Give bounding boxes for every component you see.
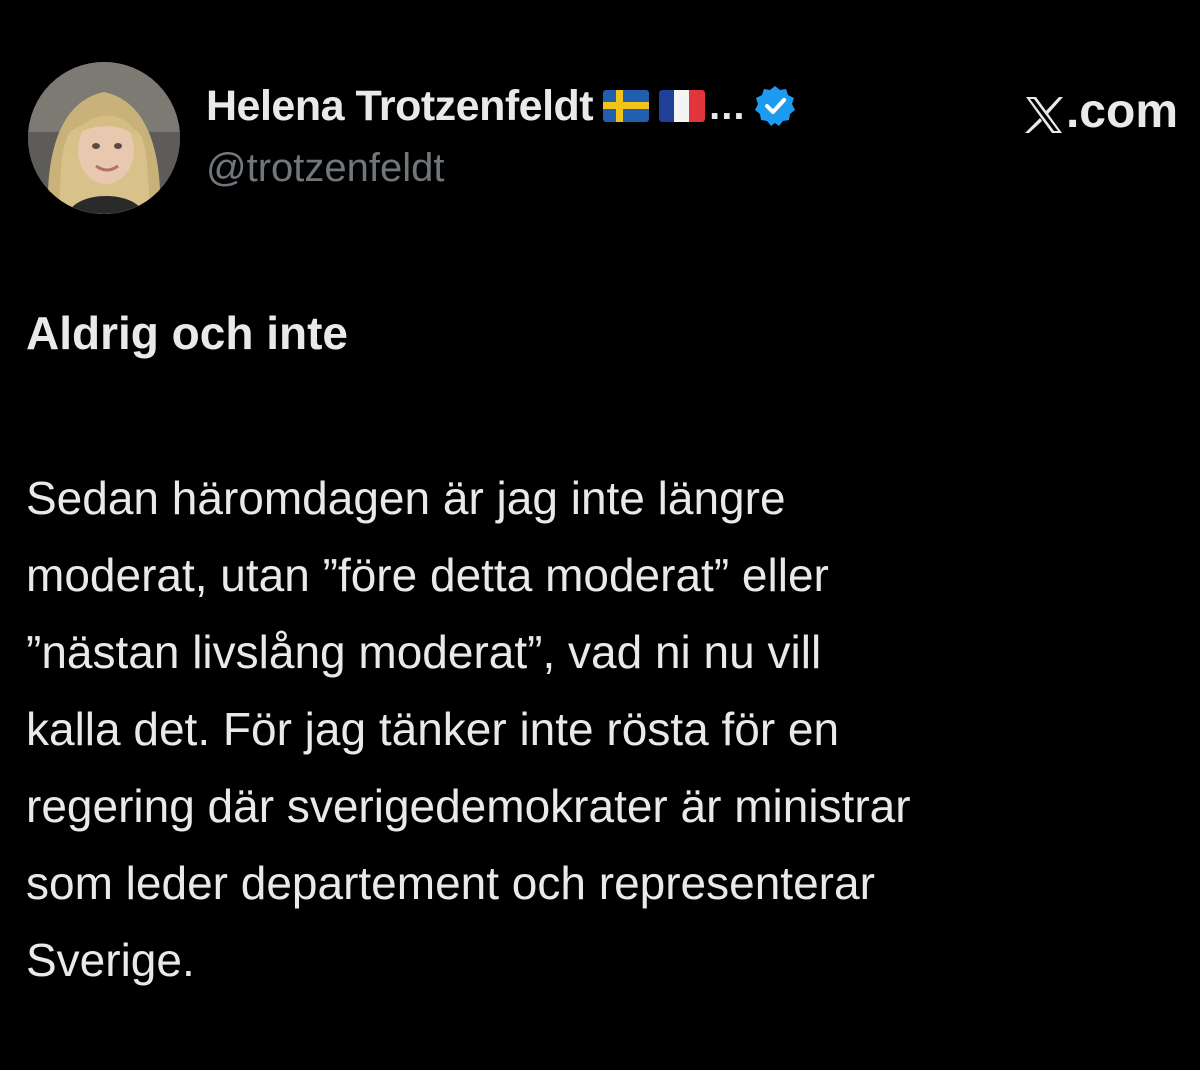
- post-body-line: regering där sverigedemokrater är minist…: [26, 780, 911, 832]
- france-flag-icon: [659, 90, 706, 122]
- post-body-line: kalla det. För jag tänker inte rösta för…: [26, 703, 840, 755]
- brand-watermark: .com: [1024, 84, 1178, 139]
- author-line[interactable]: Helena Trotzenfeldt ...: [206, 78, 797, 134]
- name-truncation: ...: [709, 83, 746, 128]
- post-body-line: Sverige.: [26, 934, 195, 986]
- top-cropped-content: [0, 0, 1200, 14]
- brand-label: .com: [1065, 85, 1178, 138]
- post-body-line: som leder departement och representerar: [26, 857, 875, 909]
- tweet-header: Helena Trotzenfeldt ... @trotzenfeldt .c…: [28, 62, 1178, 222]
- verified-badge-icon: [753, 84, 797, 128]
- post-body-line: Sedan häromdagen är jag inte längre: [26, 472, 786, 524]
- avatar[interactable]: [28, 62, 180, 214]
- post-body-line: moderat, utan ”före detta moderat” eller: [26, 549, 829, 601]
- author-handle[interactable]: @trotzenfeldt: [206, 146, 445, 191]
- sweden-flag-icon: [603, 90, 650, 122]
- post-body-line: ”nästan livslång moderat”, vad ni nu vil…: [26, 626, 822, 678]
- author-display-name[interactable]: Helena Trotzenfeldt: [206, 82, 594, 131]
- post-title: Aldrig och inte: [26, 307, 348, 359]
- x-logo-icon: [1024, 92, 1064, 133]
- post-body: Sedan häromdagen är jag inte längre mode…: [26, 460, 1176, 999]
